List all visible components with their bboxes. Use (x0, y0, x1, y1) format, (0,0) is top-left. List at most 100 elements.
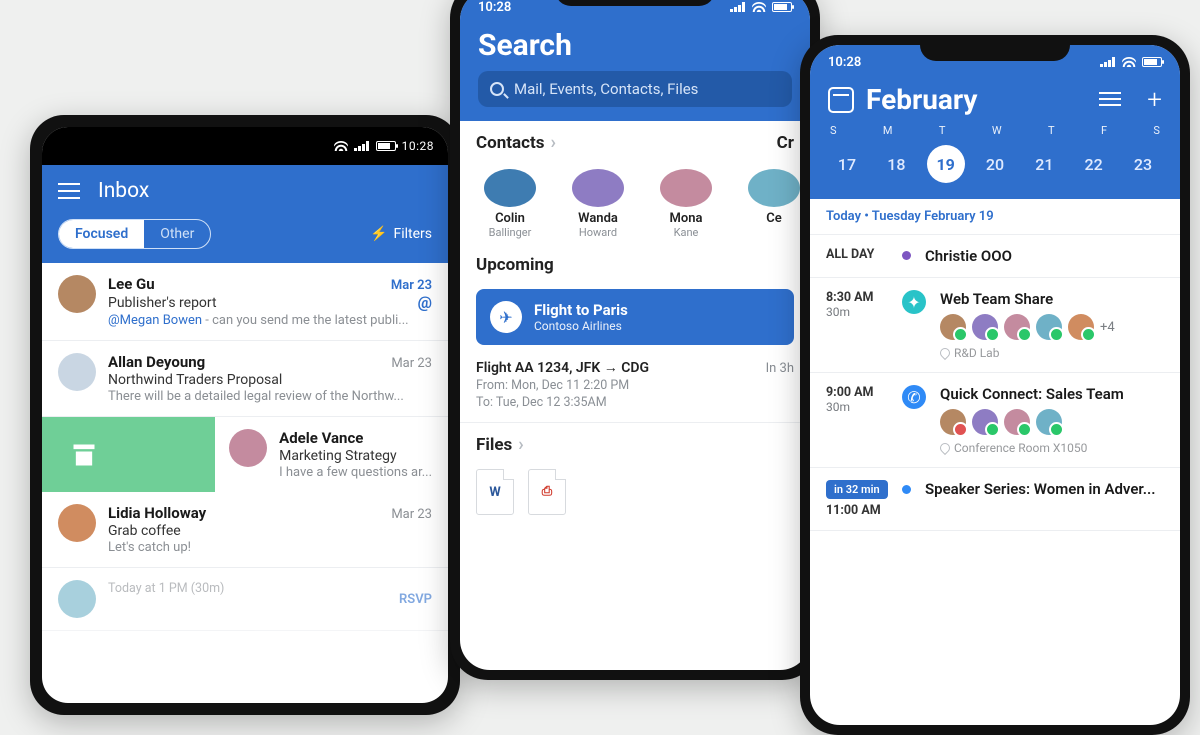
subject: Grab coffee (108, 523, 432, 539)
contact-item[interactable]: Ce (740, 169, 808, 239)
avatar (58, 353, 96, 391)
page-title: Inbox (98, 179, 149, 203)
phone-android-inbox: 10:28 Inbox Focused Other ⚡ Filters (30, 115, 460, 715)
attendees: +4 (940, 314, 1164, 340)
location-pin-icon (938, 441, 952, 455)
archive-icon (70, 441, 98, 469)
event-item[interactable]: 9:00 AM30m ✆ Quick Connect: Sales Team C… (810, 373, 1180, 468)
time-until-pill: in 32 min (826, 480, 888, 499)
page-title: February (866, 83, 1087, 116)
focused-other-segment[interactable]: Focused Other (58, 219, 211, 249)
flight-details[interactable]: Flight AA 1234, JFK → CDG In 3h From: Mo… (460, 355, 810, 423)
day-row[interactable]: 17 18 19 20 21 22 23 (828, 141, 1162, 189)
allday-event[interactable]: ALL DAY Christie OOO (810, 235, 1180, 278)
contacts-row[interactable]: Colin Ballinger Wanda Howard Mona Kane C… (460, 159, 810, 243)
preview: There will be a detailed legal review of… (108, 389, 432, 404)
message-date: Mar 23 (391, 507, 432, 522)
location-pin-icon (938, 346, 952, 360)
chevron-right-icon: › (518, 436, 523, 454)
chevron-right-icon: › (550, 134, 555, 152)
preview: @Megan Bowen - can you send me the lates… (108, 313, 432, 328)
upcoming-card[interactable]: ✈ Flight to Paris Contoso Airlines (476, 289, 794, 345)
event-item[interactable]: 8:30 AM30m ✦ Web Team Share +4 R&D Lab (810, 278, 1180, 373)
message-date: Mar 23 (391, 278, 432, 293)
contacts-header[interactable]: Contacts › (476, 133, 556, 153)
rsvp-item[interactable]: Today at 1 PM (30m) RSVP (42, 568, 448, 631)
day[interactable]: 18 (877, 145, 915, 183)
day[interactable]: 17 (828, 145, 866, 183)
message-item[interactable]: Lee Gu Mar 23 Publisher's report @ @Mega… (42, 263, 448, 341)
battery-icon (1142, 57, 1162, 67)
today-label: Today • Tuesday February 19 (810, 199, 1180, 235)
day[interactable]: 20 (976, 145, 1014, 183)
files-row: W ⎙ (460, 461, 810, 523)
event-item[interactable]: in 32 min 11:00 AM Speaker Series: Women… (810, 468, 1180, 531)
weekday-row: SMTWTFS (828, 116, 1162, 141)
calendar-icon[interactable] (828, 87, 854, 113)
avatar (484, 169, 536, 207)
sender: Allan Deyoung (108, 353, 205, 371)
pdf-file-icon[interactable]: ⎙ (528, 469, 566, 515)
tab-other[interactable]: Other (144, 220, 210, 248)
message-list[interactable]: Lee Gu Mar 23 Publisher's report @ @Mega… (42, 263, 448, 631)
subject: Northwind Traders Proposal (108, 372, 432, 388)
word-file-icon[interactable]: W (476, 469, 514, 515)
mention-icon: @ (418, 293, 432, 312)
preview: I have a few questions ar... (279, 465, 432, 480)
upcoming-header: Upcoming (476, 255, 794, 275)
status-bar: 10:28 (42, 127, 448, 165)
message-item-swiped[interactable]: Adele Vance Marketing Strategy I have a … (42, 417, 448, 492)
signal-icon (1100, 57, 1116, 67)
avatar (58, 580, 96, 618)
subject: Publisher's report (108, 295, 217, 311)
phone-iphone-search: 10:28 Search Mail, Events, Contacts, Fil… (450, 0, 820, 680)
status-time: 10:28 (478, 0, 511, 15)
search-placeholder: Mail, Events, Contacts, Files (514, 80, 698, 98)
contact-item[interactable]: Wanda Howard (564, 169, 632, 239)
message-item[interactable]: Lidia Holloway Mar 23 Grab coffee Let's … (42, 492, 448, 568)
status-time: 10:28 (402, 139, 434, 153)
category-dot-icon (902, 251, 911, 260)
sender: Lidia Holloway (108, 504, 206, 522)
message-date: Mar 23 (391, 356, 432, 371)
calendar-header: February + SMTWTFS 17 18 19 20 21 22 23 (810, 79, 1180, 199)
page-title: Search (478, 28, 792, 63)
day[interactable]: 21 (1025, 145, 1063, 183)
signal-icon (730, 2, 746, 12)
sender: Lee Gu (108, 275, 155, 293)
wifi-icon (752, 2, 766, 12)
category-dot-icon (902, 485, 911, 494)
teams-icon: ✦ (902, 290, 926, 314)
message-item[interactable]: Allan Deyoung Mar 23 Northwind Traders P… (42, 341, 448, 417)
bolt-icon: ⚡ (370, 226, 387, 242)
hamburger-icon[interactable] (58, 190, 80, 192)
phone-iphone-calendar: 10:28 February + SMTWTFS 17 (800, 35, 1190, 735)
avatar (229, 429, 267, 467)
filters-button[interactable]: ⚡ Filters (370, 226, 432, 242)
tab-focused[interactable]: Focused (59, 220, 144, 248)
airplane-icon: ✈ (490, 301, 522, 333)
archive-action[interactable] (42, 417, 215, 492)
phone-icon: ✆ (902, 385, 926, 409)
subject: Marketing Strategy (279, 448, 432, 464)
day[interactable]: 23 (1124, 145, 1162, 183)
contact-item[interactable]: Colin Ballinger (476, 169, 544, 239)
sender: Adele Vance (279, 429, 363, 447)
battery-icon (772, 2, 792, 12)
status-time: 10:28 (828, 55, 861, 70)
avatar (58, 275, 96, 313)
inbox-header: Inbox Focused Other ⚡ Filters (42, 165, 448, 263)
search-input[interactable]: Mail, Events, Contacts, Files (478, 71, 792, 107)
new-event-button[interactable]: + (1147, 85, 1162, 115)
attendees (940, 409, 1164, 435)
files-header[interactable]: Files › (476, 435, 794, 455)
contact-item[interactable]: Mona Kane (652, 169, 720, 239)
day[interactable]: 22 (1075, 145, 1113, 183)
avatar (58, 504, 96, 542)
day-selected[interactable]: 19 (927, 145, 965, 183)
agenda-view-icon[interactable] (1099, 92, 1121, 108)
avatar (748, 169, 800, 207)
wifi-icon (1122, 57, 1136, 67)
wifi-icon (334, 141, 348, 151)
rsvp-button[interactable]: RSVP (399, 592, 432, 607)
